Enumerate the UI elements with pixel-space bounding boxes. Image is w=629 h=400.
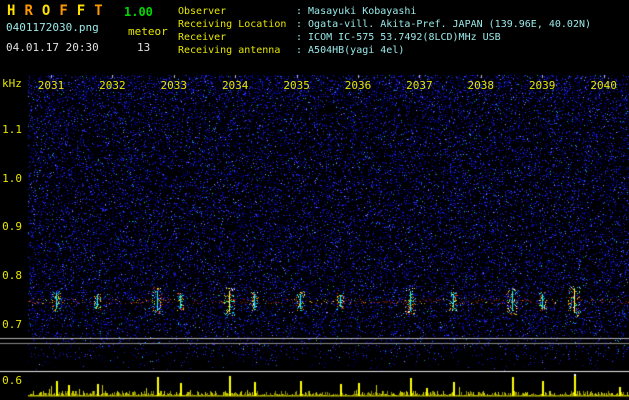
filename: 0401172030.png [6, 21, 99, 34]
meteor-count: 13 [137, 41, 151, 54]
title-letter: F [59, 3, 68, 19]
hrofft-screen: HROFFT 1.00 0401172030.png meteor 04.01.… [0, 0, 629, 400]
spectrogram-canvas [0, 0, 629, 400]
info-label: Observer [178, 6, 227, 17]
info-row: Receiving antenna : A504HB(yagi 4el) [178, 44, 591, 57]
y-axis-unit-label: kHz [2, 77, 22, 90]
info-value: : Masayuki Kobayashi [296, 6, 417, 17]
title-letter: O [41, 3, 51, 19]
time-label-2032: 2032 [99, 79, 126, 92]
info-row: Observer : Masayuki Kobayashi [178, 5, 591, 18]
time-label-2034: 2034 [221, 79, 249, 92]
title-letter: F [76, 3, 86, 19]
info-value: : A504HB(yagi 4el) [296, 45, 405, 56]
app-title: HROFFT [7, 3, 112, 19]
freq-label-1.0: 1.0 [2, 172, 22, 185]
app-version: 1.00 [124, 5, 153, 19]
freq-label-0.8: 0.8 [2, 269, 22, 282]
datetime: 04.01.17 20:30 [6, 41, 99, 54]
time-label-2037: 2037 [406, 79, 433, 92]
title-letter: R [24, 3, 33, 19]
info-label: Receiver [178, 32, 227, 43]
time-label-2036: 2036 [344, 79, 372, 92]
freq-label-0.9: 0.9 [2, 220, 22, 233]
time-label-2040: 2040 [590, 79, 617, 92]
info-row: Receiver : ICOM IC-575 53.7492(8LCD)MHz U… [178, 31, 591, 44]
info-label: Receiving antenna [178, 45, 281, 56]
station-info: Observer: Masayuki Kobayashi Receiving Lo… [178, 5, 591, 57]
time-label-2038: 2038 [467, 79, 495, 92]
time-label-2035: 2035 [283, 79, 310, 92]
title-letter: H [7, 3, 16, 19]
freq-label-0.6: 0.6 [2, 374, 22, 387]
time-label-2031: 2031 [37, 79, 65, 92]
mode-label: meteor [128, 25, 168, 38]
info-value: : ICOM IC-575 53.7492(8LCD)MHz USB [296, 32, 501, 43]
freq-label-1.1: 1.1 [2, 123, 22, 136]
info-row: Receiving Location : Ogata-vill. Akita-Pr… [178, 18, 591, 31]
info-label: Receiving Location [178, 19, 287, 30]
time-label-2039: 2039 [528, 79, 556, 92]
time-label-2033: 2033 [160, 79, 188, 92]
title-letter: T [94, 3, 103, 19]
info-value: : Ogata-vill. Akita-Pref. JAPAN (139.96E… [296, 19, 592, 30]
freq-label-0.7: 0.7 [2, 318, 22, 331]
